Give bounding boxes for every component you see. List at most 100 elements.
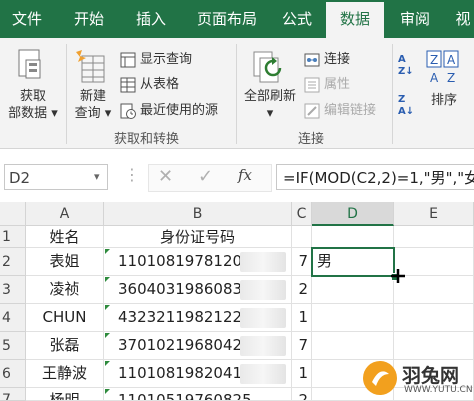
cell-c7[interactable]: 2: [292, 388, 312, 401]
row-header[interactable]: 1: [0, 226, 26, 248]
properties-icon: [304, 77, 320, 93]
row-header[interactable]: 7: [0, 388, 26, 401]
tab-view[interactable]: 视: [452, 0, 474, 38]
redacted-digits: [240, 252, 286, 272]
redacted-digits: [240, 364, 286, 384]
column-header-b[interactable]: B: [104, 202, 292, 226]
new-query-label-2: 查询 ▾: [74, 106, 112, 121]
cell-a7[interactable]: 杨明: [26, 388, 104, 401]
cell-a2[interactable]: 表姐: [26, 248, 104, 276]
watermark-url: WWW.YUTU.CN: [404, 385, 473, 395]
sort-ascending-icon[interactable]: A Z↓: [398, 54, 418, 80]
insert-function-button[interactable]: fx: [238, 166, 252, 184]
new-query-button[interactable]: 新建 查询 ▾: [70, 88, 116, 122]
formula-input[interactable]: =IF(MOD(C2,2)=1,"男","女: [276, 164, 474, 190]
edit-links-button[interactable]: 编辑链接: [324, 102, 376, 120]
refresh-all-label: 全部刷新: [243, 89, 296, 104]
tab-formulas[interactable]: 公式: [274, 0, 320, 38]
cell-c6[interactable]: 1: [292, 360, 312, 388]
cell-c4[interactable]: 1: [292, 304, 312, 332]
row-header[interactable]: 6: [0, 360, 26, 388]
cell-d5[interactable]: [312, 332, 394, 360]
cell-a5[interactable]: 张磊: [26, 332, 104, 360]
group-connections-label: 连接: [298, 132, 325, 147]
cell-e2[interactable]: [394, 248, 474, 276]
show-queries-icon: [120, 52, 136, 68]
sort-button[interactable]: 排序: [424, 92, 464, 109]
error-indicator-icon: [105, 389, 110, 394]
name-box-dropdown-icon[interactable]: ▾: [94, 170, 100, 183]
group-get-transform-label: 获取和转换: [114, 132, 180, 147]
cell-a1[interactable]: 姓名: [26, 226, 104, 248]
get-external-data-button[interactable]: 获取 部数据 ▾: [2, 88, 64, 122]
divider: [66, 44, 67, 144]
column-header-d[interactable]: D: [312, 202, 394, 226]
cell-e1[interactable]: [394, 226, 474, 248]
recent-sources-button[interactable]: 最近使用的源: [140, 102, 218, 120]
column-header-a[interactable]: A: [26, 202, 104, 226]
cell-c5[interactable]: 7: [292, 332, 312, 360]
chevron-down-icon: ▾: [266, 106, 274, 121]
row-header[interactable]: 4: [0, 304, 26, 332]
cell-b1[interactable]: 身份证号码: [104, 226, 292, 248]
tab-review[interactable]: 审阅: [392, 0, 438, 38]
cancel-button[interactable]: ✕: [158, 166, 173, 187]
refresh-all-icon: [253, 51, 282, 83]
row-header[interactable]: 5: [0, 332, 26, 360]
cell-e4[interactable]: [394, 304, 474, 332]
get-data-label-1: 获取: [19, 89, 46, 104]
sort-descending-icon[interactable]: Z A↓: [398, 94, 418, 120]
from-table-button[interactable]: 从表格: [140, 76, 179, 94]
error-indicator-icon: [105, 277, 110, 282]
redacted-digits: [240, 280, 286, 300]
watermark-text: 羽兔网: [402, 365, 460, 387]
cell-c3[interactable]: 2: [292, 276, 312, 304]
cell-d1[interactable]: [312, 226, 394, 248]
row-header[interactable]: 3: [0, 276, 26, 304]
watermark-logo-icon: [363, 361, 397, 395]
column-header-c[interactable]: C: [292, 202, 312, 226]
cell-e5[interactable]: [394, 332, 474, 360]
cell-e3[interactable]: [394, 276, 474, 304]
tab-file[interactable]: 文件: [4, 0, 50, 38]
tab-data[interactable]: 数据: [326, 2, 384, 38]
cell-c2[interactable]: 7: [292, 248, 312, 276]
cell-d3[interactable]: [312, 276, 394, 304]
cell-c1[interactable]: [292, 226, 312, 248]
name-box[interactable]: D2: [4, 164, 108, 190]
crosshair-cursor-icon: [391, 269, 405, 283]
edit-links-icon: [304, 103, 320, 119]
cell-a6[interactable]: 王静波: [26, 360, 104, 388]
redacted-digits: [240, 336, 286, 356]
active-cell-border: [311, 247, 395, 277]
tab-insert[interactable]: 插入: [128, 0, 174, 38]
recent-sources-icon: [120, 103, 136, 119]
svg-text:A: A: [430, 71, 439, 85]
column-header-e[interactable]: E: [394, 202, 474, 226]
select-all-corner[interactable]: [0, 202, 26, 226]
row-header[interactable]: 2: [0, 248, 26, 276]
svg-text:Z: Z: [430, 53, 438, 67]
get-data-label-2: 部数据 ▾: [8, 106, 58, 121]
svg-text:Z: Z: [447, 71, 455, 85]
tab-page-layout[interactable]: 页面布局: [186, 0, 268, 38]
refresh-all-button[interactable]: 全部刷新 ▾: [240, 88, 300, 122]
cell-d4[interactable]: [312, 304, 394, 332]
more-options-icon: ⋮: [124, 165, 140, 184]
connections-button[interactable]: 连接: [324, 51, 350, 69]
connections-icon: [304, 53, 320, 67]
divider: [236, 44, 237, 144]
properties-button[interactable]: 属性: [324, 76, 350, 94]
confirm-button[interactable]: ✓: [198, 166, 213, 187]
sort-icon: Z A A Z: [426, 50, 459, 85]
from-table-icon: [120, 77, 136, 93]
error-indicator-icon: [105, 249, 110, 254]
show-queries-button[interactable]: 显示查询: [140, 51, 192, 69]
error-indicator-icon: [105, 305, 110, 310]
tab-home[interactable]: 开始: [66, 0, 112, 38]
redacted-digits: [240, 308, 286, 328]
cell-a4[interactable]: CHUN: [26, 304, 104, 332]
get-external-data-icon: [18, 49, 41, 79]
cell-b7[interactable]: 11010519760825: [104, 388, 292, 401]
cell-a3[interactable]: 凌祯: [26, 276, 104, 304]
